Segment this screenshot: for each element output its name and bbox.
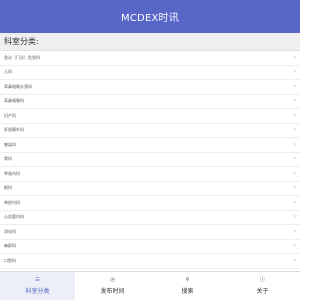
- tab-4[interactable]: ⓘ 关于: [225, 272, 300, 300]
- chevron-right-icon: ›: [293, 198, 296, 206]
- list-item-label: 耳鼻咽喉头颈科: [4, 83, 32, 89]
- app-title: MCDEX时讯: [121, 13, 179, 24]
- chevron-right-icon: ›: [293, 213, 296, 221]
- chevron-right-icon: ›: [293, 184, 296, 192]
- tab-label: 搜索: [181, 287, 194, 295]
- list-item[interactable]: 肝胆胰外科 ›: [0, 124, 300, 138]
- list-icon: ☰: [35, 276, 40, 283]
- list-item-label: 心血管内科: [4, 214, 24, 220]
- chevron-right-icon: ›: [293, 140, 296, 148]
- list-item-label: 耳鼻咽喉科: [4, 98, 24, 104]
- chevron-right-icon: ›: [293, 53, 296, 61]
- list-item[interactable]: 心血管内科 ›: [0, 211, 300, 225]
- list-item[interactable]: 骨科 ›: [0, 153, 300, 167]
- list-item-label: 麻醉科: [4, 243, 16, 249]
- list-item[interactable]: 妇产科 ›: [0, 109, 300, 124]
- tab-1[interactable]: ☰ 科室分类: [0, 272, 75, 300]
- chevron-right-icon: ›: [293, 256, 296, 264]
- chevron-right-icon: ›: [293, 97, 296, 105]
- chevron-right-icon: ›: [293, 68, 296, 76]
- department-list: 急诊（门诊）危急科 › 儿科 › 耳鼻咽喉头颈科 › 耳鼻咽喉科 › 妇产科 › 肝胆胰外科 › 感染科…: [0, 51, 300, 272]
- list-item-label: 呼吸内科: [4, 170, 20, 176]
- chevron-right-icon: ›: [293, 169, 296, 177]
- list-item-label: 神经内科: [4, 199, 20, 205]
- list-item[interactable]: 消化科 ›: [0, 225, 300, 240]
- list-item[interactable]: 耳鼻咽喉头颈科 ›: [0, 80, 300, 95]
- list-item-label: 消化科: [4, 228, 16, 234]
- chevron-right-icon: ›: [293, 111, 296, 119]
- list-item-label: 眼科: [4, 185, 12, 191]
- tab-label: 科室分类: [25, 287, 50, 295]
- chevron-right-icon: ›: [293, 155, 296, 163]
- list-item-label: 感染科: [4, 141, 16, 147]
- tab-3[interactable]: ⚲ 搜索: [150, 272, 225, 300]
- tab-label: 关于: [256, 287, 269, 295]
- list-item[interactable]: 麻醉科 ›: [0, 240, 300, 254]
- clock-icon: ◷: [110, 276, 115, 283]
- list-item[interactable]: 儿科 ›: [0, 66, 300, 80]
- list-item-label: 口腔科: [4, 257, 16, 263]
- section-header: 科室分类:: [0, 33, 300, 51]
- list-item[interactable]: 口腔科 ›: [0, 254, 300, 269]
- chevron-right-icon: ›: [293, 242, 296, 250]
- list-item[interactable]: 眼科 ›: [0, 182, 300, 196]
- app-header: MCDEX时讯: [0, 0, 300, 33]
- list-item[interactable]: 耳鼻咽喉科 ›: [0, 95, 300, 109]
- list-item[interactable]: 感染科 ›: [0, 138, 300, 153]
- tab-2[interactable]: ◷ 发布时间: [75, 272, 150, 300]
- list-item-label: 妇产科: [4, 112, 16, 118]
- list-item[interactable]: 神经内科 ›: [0, 196, 300, 211]
- chevron-right-icon: ›: [293, 227, 296, 235]
- info-icon: ⓘ: [259, 276, 265, 283]
- list-item[interactable]: 急诊（门诊）危急科 ›: [0, 51, 300, 66]
- tab-label: 发布时间: [100, 287, 125, 295]
- search-icon: ⚲: [185, 276, 190, 283]
- list-item-label: 急诊（门诊）危急科: [4, 54, 40, 60]
- list-item-label: 儿科: [4, 69, 12, 75]
- chevron-right-icon: ›: [293, 126, 296, 134]
- bottom-tab-bar: ☰ 科室分类 ◷ 发布时间 ⚲ 搜索 ⓘ 关于: [0, 271, 300, 300]
- list-item-label: 骨科: [4, 156, 12, 162]
- section-title: 科室分类:: [4, 37, 39, 46]
- chevron-right-icon: ›: [293, 82, 296, 90]
- list-item-label: 肝胆胰外科: [4, 127, 24, 133]
- list-item[interactable]: 呼吸内科 ›: [0, 167, 300, 182]
